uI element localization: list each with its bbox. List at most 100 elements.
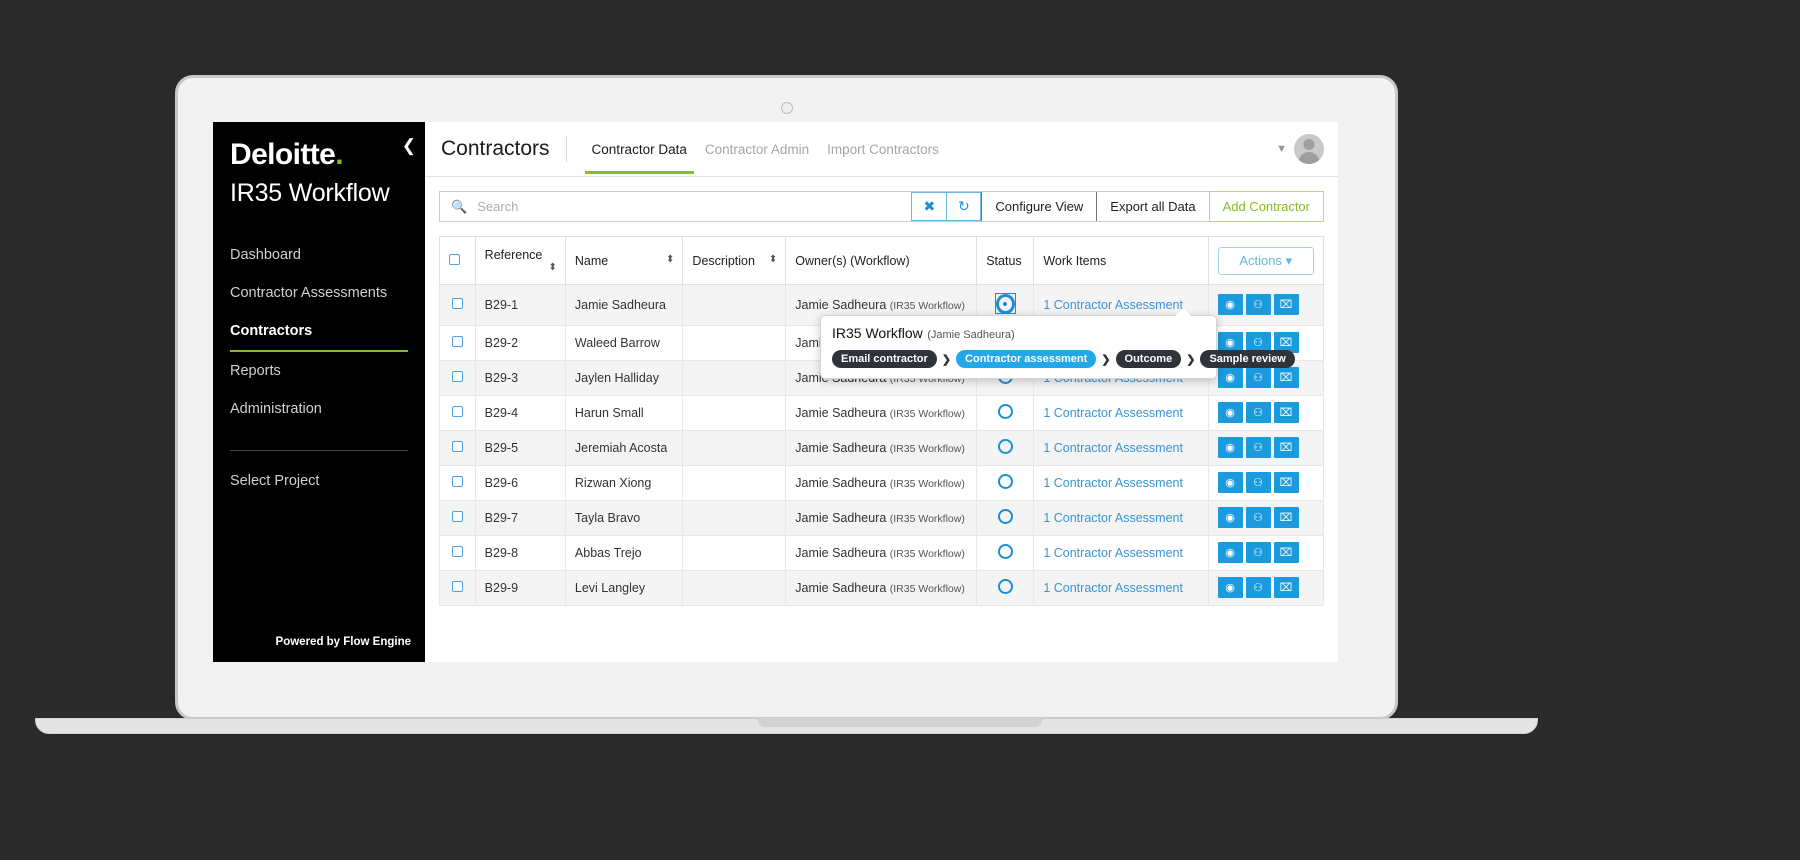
work-items-link[interactable]: 1 Contractor Assessment xyxy=(1043,476,1183,490)
table-row[interactable]: B29-4 Harun Small Jamie Sadheura (IR35 Wor… xyxy=(439,394,1325,431)
tab-contractor-admin[interactable]: Contractor Admin xyxy=(696,126,818,173)
add-contractor-button[interactable]: Add Contractor xyxy=(1208,191,1324,222)
status-inactive-icon[interactable] xyxy=(997,508,1013,524)
row-checkbox[interactable] xyxy=(451,335,463,347)
owner-name: Jamie Sadheura xyxy=(795,580,887,595)
trash-icon[interactable]: ⌧ xyxy=(1273,472,1299,493)
sort-icon[interactable]: ⬍ xyxy=(549,262,557,273)
cell-work-items: 1 Contractor Assessment xyxy=(1033,499,1209,536)
add-user-icon[interactable]: ⚇ xyxy=(1245,542,1271,563)
row-checkbox[interactable] xyxy=(451,370,463,382)
row-checkbox[interactable] xyxy=(451,475,463,487)
table-row[interactable]: B29-6 Rizwan Xiong Jamie Sadheura (IR35 Wo… xyxy=(439,464,1325,501)
status-inactive-icon[interactable] xyxy=(997,403,1013,419)
column-description[interactable]: Description ⬍ xyxy=(682,236,787,285)
work-items-link[interactable]: 1 Contractor Assessment xyxy=(1043,546,1183,560)
title-separator xyxy=(565,136,567,162)
laptop-notch xyxy=(757,718,1043,727)
sidebar-item-administration[interactable]: Administration xyxy=(230,390,408,428)
work-items-link[interactable]: 1 Contractor Assessment xyxy=(1043,406,1183,420)
clear-search-button[interactable]: ✖ xyxy=(911,192,947,221)
trash-icon[interactable]: ⌧ xyxy=(1273,507,1299,528)
trash-icon[interactable]: ⌧ xyxy=(1273,367,1299,388)
chevron-down-icon[interactable]: ▼ xyxy=(1276,143,1287,155)
column-reference[interactable]: Reference ⬍ xyxy=(474,236,566,285)
tab-contractor-data[interactable]: Contractor Data xyxy=(583,126,696,174)
trash-icon[interactable]: ⌧ xyxy=(1273,437,1299,458)
search-input[interactable] xyxy=(477,199,901,214)
search-box[interactable]: 🔍 xyxy=(440,192,911,221)
tab-import-contractors[interactable]: Import Contractors xyxy=(818,126,948,173)
sidebar-item-reports[interactable]: Reports xyxy=(230,352,408,390)
row-checkbox[interactable] xyxy=(451,545,463,557)
refresh-button[interactable]: ↻ xyxy=(946,192,982,221)
workflow-step-pill[interactable]: Outcome xyxy=(1115,350,1182,368)
work-items-link[interactable]: 1 Contractor Assessment xyxy=(1043,298,1183,312)
table-header-row: Reference ⬍ Name ⬍ Description ⬍ Owner(s… xyxy=(439,236,1325,285)
eye-icon[interactable]: ◉ xyxy=(1217,472,1243,493)
status-inactive-icon[interactable] xyxy=(997,543,1013,559)
trash-icon[interactable]: ⌧ xyxy=(1273,402,1299,423)
add-user-icon[interactable]: ⚇ xyxy=(1245,472,1271,493)
avatar[interactable] xyxy=(1294,134,1324,164)
cell-owner: Jamie Sadheura (IR35 Workflow) xyxy=(785,429,978,466)
table-row[interactable]: B29-8 Abbas Trejo Jamie Sadheura (IR35 Wor… xyxy=(439,534,1325,571)
row-action-buttons: ◉ ⚇ ⌧ xyxy=(1217,507,1314,528)
work-items-link[interactable]: 1 Contractor Assessment xyxy=(1043,441,1183,455)
eye-icon[interactable]: ◉ xyxy=(1217,294,1243,316)
sort-icon[interactable]: ⬍ xyxy=(769,254,777,265)
sort-icon[interactable]: ⬍ xyxy=(666,254,674,265)
add-user-icon[interactable]: ⚇ xyxy=(1245,294,1271,316)
configure-view-button[interactable]: Configure View xyxy=(981,192,1097,221)
actions-dropdown-button[interactable]: Actions ▾ xyxy=(1217,246,1314,275)
sidebar-item-contractors[interactable]: Contractors xyxy=(230,312,408,352)
status-inactive-icon[interactable] xyxy=(997,438,1013,454)
tooltip-heading: IR35 Workflow (Jamie Sadheura) xyxy=(832,325,1205,343)
trash-icon[interactable]: ⌧ xyxy=(1273,542,1299,563)
select-all-checkbox[interactable] xyxy=(449,253,460,265)
table-row[interactable]: B29-7 Tayla Bravo Jamie Sadheura (IR35 Wor… xyxy=(439,499,1325,536)
trash-icon[interactable]: ⌧ xyxy=(1273,577,1299,598)
row-checkbox[interactable] xyxy=(451,405,463,417)
row-checkbox[interactable] xyxy=(451,297,463,309)
add-user-icon[interactable]: ⚇ xyxy=(1245,437,1271,458)
user-menu[interactable]: ▼ xyxy=(1276,134,1324,164)
sidebar-item-select-project[interactable]: Select Project xyxy=(230,451,408,489)
status-active-icon[interactable] xyxy=(994,293,1016,314)
work-items-link[interactable]: 1 Contractor Assessment xyxy=(1043,511,1183,525)
eye-icon[interactable]: ◉ xyxy=(1217,367,1243,388)
search-icon: 🔍 xyxy=(451,198,468,214)
work-items-link[interactable]: 1 Contractor Assessment xyxy=(1043,581,1183,595)
trash-icon[interactable]: ⌧ xyxy=(1273,294,1299,316)
column-name[interactable]: Name ⬍ xyxy=(564,236,684,285)
cell-name: Levi Langley xyxy=(564,569,684,606)
row-action-buttons: ◉ ⚇ ⌧ xyxy=(1217,577,1314,598)
row-checkbox[interactable] xyxy=(451,580,463,592)
row-checkbox[interactable] xyxy=(451,510,463,522)
cell-name: Jamie Sadheura xyxy=(564,284,684,326)
workflow-step-pill[interactable]: Contractor assessment xyxy=(956,350,1097,368)
eye-icon[interactable]: ◉ xyxy=(1217,437,1243,458)
row-checkbox[interactable] xyxy=(451,440,463,452)
eye-icon[interactable]: ◉ xyxy=(1217,577,1243,598)
workflow-step-pill[interactable]: Sample review xyxy=(1200,350,1295,368)
add-user-icon[interactable]: ⚇ xyxy=(1245,367,1271,388)
status-inactive-icon[interactable] xyxy=(997,473,1013,489)
eye-icon[interactable]: ◉ xyxy=(1217,402,1243,423)
sidebar-item-dashboard[interactable]: Dashboard xyxy=(230,236,408,274)
export-all-data-button[interactable]: Export all Data xyxy=(1096,192,1209,221)
table-header: Reference ⬍ Name ⬍ Description ⬍ Owner(s… xyxy=(439,236,1325,285)
eye-icon[interactable]: ◉ xyxy=(1217,542,1243,563)
add-user-icon[interactable]: ⚇ xyxy=(1245,402,1271,423)
tooltip-subject: (Jamie Sadheura) xyxy=(927,329,1015,341)
eye-icon[interactable]: ◉ xyxy=(1217,507,1243,528)
webcam-icon xyxy=(780,102,793,114)
table-row[interactable]: B29-9 Levi Langley Jamie Sadheura (IR35 Wo… xyxy=(439,569,1325,606)
sidebar-item-contractor-assessments[interactable]: Contractor Assessments xyxy=(230,274,408,312)
sidebar-collapse-icon[interactable]: ❮ xyxy=(402,137,416,154)
table-row[interactable]: B29-5 Jeremiah Acosta Jamie Sadheura (IR35… xyxy=(439,429,1325,466)
add-user-icon[interactable]: ⚇ xyxy=(1245,577,1271,598)
add-user-icon[interactable]: ⚇ xyxy=(1245,507,1271,528)
workflow-step-pill[interactable]: Email contractor xyxy=(832,350,937,368)
status-inactive-icon[interactable] xyxy=(997,578,1013,594)
